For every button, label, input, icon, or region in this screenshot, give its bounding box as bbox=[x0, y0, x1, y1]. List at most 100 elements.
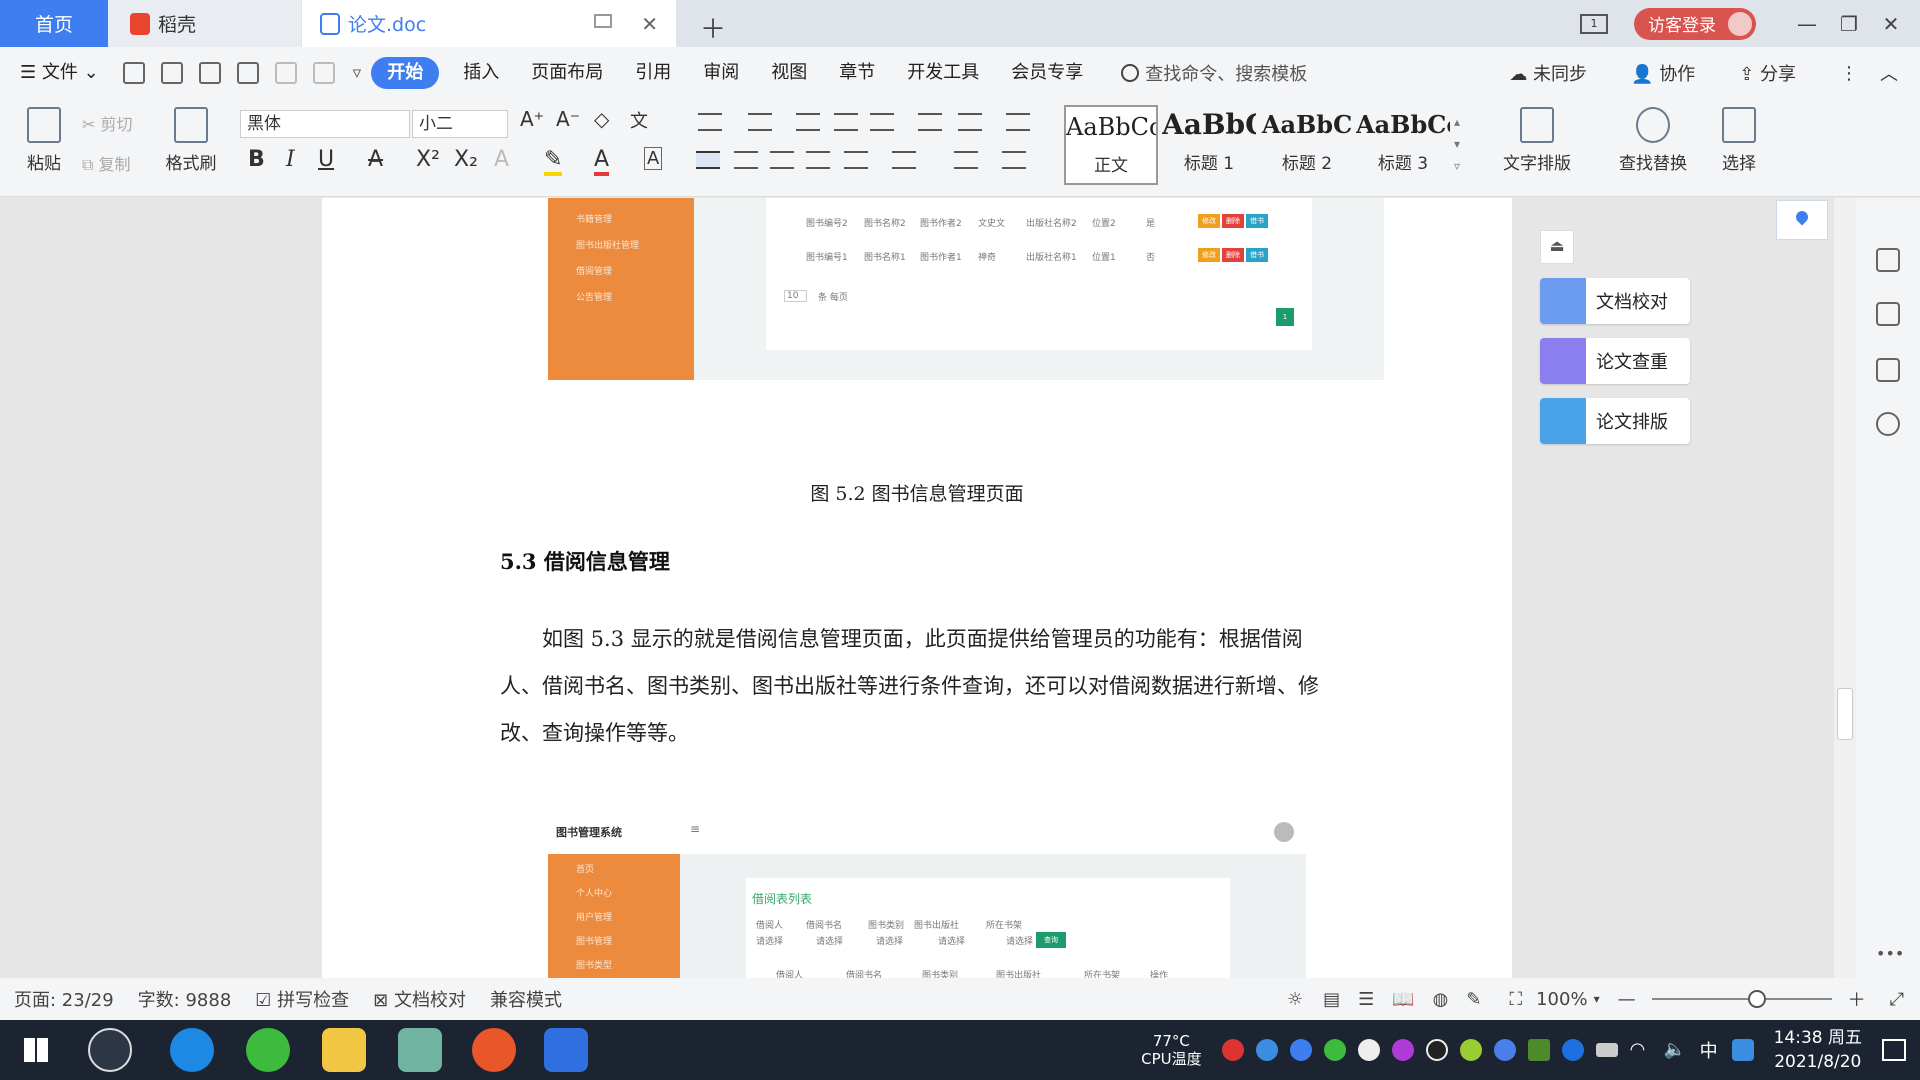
volume-icon[interactable]: 🔈 bbox=[1664, 1039, 1686, 1061]
pinwheel-app-icon[interactable] bbox=[88, 1028, 132, 1072]
highlight-icon[interactable]: ✎ bbox=[544, 147, 563, 176]
zoom-slider[interactable] bbox=[1651, 990, 1832, 1008]
minimize-icon[interactable]: — bbox=[1786, 12, 1828, 36]
menu-references[interactable]: 引用 bbox=[619, 57, 687, 89]
collab-button[interactable]: 👤 协作 bbox=[1631, 60, 1717, 86]
outline-view-icon[interactable]: ☰ bbox=[1358, 989, 1374, 1010]
locate-icon[interactable] bbox=[1776, 200, 1828, 240]
guest-login-button[interactable]: 访客登录 bbox=[1634, 7, 1756, 40]
tab-daoke[interactable]: 稻壳 bbox=[108, 0, 301, 47]
numbered-list-icon[interactable] bbox=[748, 113, 772, 131]
styles-scroll-icon[interactable]: ▴ ▾ ▿ bbox=[1454, 111, 1460, 177]
layout-icon[interactable]: 1 bbox=[1580, 13, 1608, 34]
tray-app-icon[interactable] bbox=[1391, 1039, 1414, 1061]
edit-view-icon[interactable]: ✎ bbox=[1466, 989, 1481, 1010]
menu-insert[interactable]: 插入 bbox=[447, 57, 515, 89]
align-left-icon[interactable] bbox=[696, 151, 720, 169]
browser-360-icon[interactable] bbox=[246, 1028, 290, 1072]
print-preview-icon[interactable] bbox=[236, 62, 259, 84]
bluetooth-icon[interactable] bbox=[1561, 1039, 1584, 1061]
zoom-level[interactable]: 100% bbox=[1536, 989, 1587, 1010]
font-size-select[interactable]: 小二 bbox=[412, 110, 508, 138]
clock[interactable]: 14:38 周五 2021/8/20 bbox=[1774, 1026, 1862, 1074]
monitor-icon[interactable] bbox=[594, 14, 612, 28]
show-marks-icon[interactable] bbox=[958, 113, 982, 131]
menu-chapter[interactable]: 章节 bbox=[823, 57, 891, 89]
check-duplicate-button[interactable]: 论文查重 bbox=[1540, 338, 1690, 384]
cpu-temp[interactable]: 77°C CPU温度 bbox=[1141, 1032, 1202, 1068]
fullscreen-icon[interactable]: ⤢ bbox=[1890, 989, 1904, 1010]
clear-format-icon[interactable]: ◇ bbox=[594, 107, 609, 131]
ie-browser-icon[interactable] bbox=[170, 1028, 214, 1072]
underline-icon[interactable]: U bbox=[318, 147, 334, 172]
command-search[interactable]: 查找命令、搜索模板 bbox=[1121, 60, 1307, 86]
fit-page-icon[interactable]: ⛶ bbox=[1509, 989, 1522, 1010]
tab-document[interactable]: 论文.doc ✕ bbox=[302, 0, 676, 47]
font-color-icon[interactable]: A bbox=[594, 147, 610, 176]
cut-button[interactable]: ✂ 剪切 bbox=[82, 111, 133, 135]
tray-app-icon[interactable] bbox=[1255, 1039, 1278, 1061]
word-count[interactable]: 字数: 9888 bbox=[138, 986, 232, 1012]
document-page[interactable]: 书籍管理 图书出版社管理 借阅管理 公告管理 图书编号2 图书名称2 图书作者2… bbox=[322, 198, 1512, 978]
file-explorer-icon[interactable] bbox=[322, 1028, 366, 1072]
align-center-icon[interactable] bbox=[734, 151, 758, 169]
find-replace-button[interactable]: 查找替换 bbox=[1610, 107, 1696, 174]
page-view-icon[interactable]: ▤ bbox=[1323, 989, 1340, 1010]
sort-icon[interactable] bbox=[918, 113, 942, 131]
share-button[interactable]: ⇪ 分享 bbox=[1739, 60, 1818, 86]
battery-icon[interactable] bbox=[1595, 1043, 1618, 1057]
menu-dev-tools[interactable]: 开发工具 bbox=[891, 57, 995, 89]
collapse-ribbon-icon[interactable]: ︿ bbox=[1880, 60, 1898, 86]
font-shrink-icon[interactable]: A⁻ bbox=[556, 107, 580, 131]
indent-icon[interactable] bbox=[834, 113, 858, 131]
settings-sliders-icon[interactable] bbox=[1876, 358, 1900, 382]
copy-button[interactable]: ⧉ 复制 bbox=[82, 151, 131, 175]
distribute-icon[interactable] bbox=[844, 151, 868, 169]
unsync-button[interactable]: ☁ 未同步 bbox=[1509, 60, 1609, 86]
eye-protect-icon[interactable]: ☼ bbox=[1287, 989, 1303, 1010]
menu-start[interactable]: 开始 bbox=[371, 57, 440, 89]
select-button[interactable]: 选择 bbox=[1712, 107, 1766, 174]
nvidia-icon[interactable] bbox=[1527, 1039, 1550, 1061]
notepad-icon[interactable] bbox=[398, 1028, 442, 1072]
more-tools-icon[interactable]: ••• bbox=[1876, 944, 1904, 963]
text-effect-icon[interactable]: A bbox=[494, 147, 509, 172]
scrollbar-thumb[interactable] bbox=[1837, 688, 1853, 740]
strikethrough-icon[interactable]: A bbox=[368, 147, 383, 172]
zoom-out-icon[interactable]: — bbox=[1618, 989, 1636, 1010]
wps-writer-icon[interactable] bbox=[544, 1028, 588, 1072]
windows-start-icon[interactable] bbox=[24, 1038, 48, 1062]
save-icon[interactable] bbox=[122, 62, 145, 84]
wifi-icon[interactable]: ◠ bbox=[1630, 1039, 1652, 1061]
menu-view[interactable]: 视图 bbox=[755, 57, 823, 89]
doc-proof-button[interactable]: ⊠ 文档校对 bbox=[373, 986, 466, 1012]
style-heading-1[interactable]: AaBbC 标题 1 bbox=[1162, 105, 1256, 185]
superscript-icon[interactable]: X² bbox=[416, 147, 440, 172]
customize-quickbar-icon[interactable]: ▿ bbox=[353, 63, 362, 83]
close-tab-icon[interactable]: ✕ bbox=[641, 12, 658, 36]
menu-member[interactable]: 会员专享 bbox=[995, 57, 1099, 89]
zoom-dropdown-icon[interactable]: ▾ bbox=[1594, 992, 1600, 1006]
paste-button[interactable]: 粘贴 bbox=[20, 107, 68, 174]
format-painter-button[interactable]: 格式刷 bbox=[160, 107, 222, 174]
justify-icon[interactable] bbox=[806, 151, 830, 169]
italic-icon[interactable]: I bbox=[286, 147, 295, 172]
new-tab-button[interactable]: ＋ bbox=[700, 9, 726, 46]
file-menu[interactable]: ☰ 文件 ⌄ bbox=[20, 57, 115, 89]
undo-icon[interactable] bbox=[274, 62, 297, 84]
outdent-icon[interactable] bbox=[796, 113, 820, 131]
subscript-icon[interactable]: X₂ bbox=[454, 147, 478, 172]
text-layout-button[interactable]: 文字排版 bbox=[1494, 107, 1580, 174]
style-heading-3[interactable]: AaBbCcl 标题 3 bbox=[1356, 105, 1450, 185]
help-icon[interactable] bbox=[1876, 412, 1900, 436]
tray-app-icon[interactable] bbox=[1323, 1039, 1346, 1061]
font-name-select[interactable]: 黑体 bbox=[240, 110, 410, 138]
tray-app-icon[interactable] bbox=[1221, 1039, 1244, 1061]
read-view-icon[interactable]: 📖 bbox=[1392, 989, 1414, 1010]
page-indicator[interactable]: 页面: 23/29 bbox=[14, 986, 114, 1012]
style-heading-2[interactable]: AaBbC 标题 2 bbox=[1260, 105, 1354, 185]
zoom-in-icon[interactable]: ＋ bbox=[1848, 986, 1866, 1012]
bullet-list-icon[interactable] bbox=[698, 113, 722, 131]
qq-icon[interactable] bbox=[1425, 1039, 1448, 1061]
bold-icon[interactable]: B bbox=[248, 147, 265, 172]
